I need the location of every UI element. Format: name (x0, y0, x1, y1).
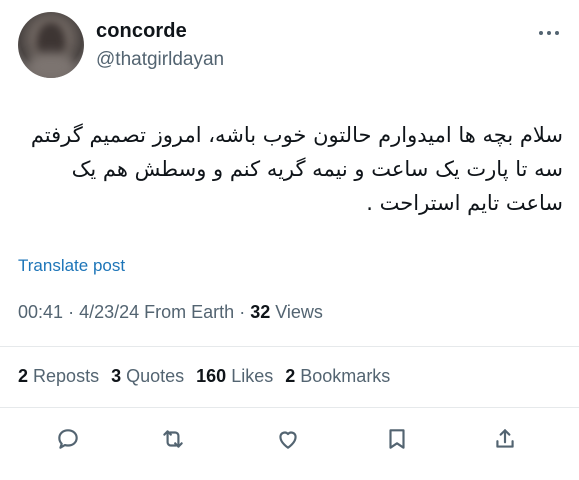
tweet-text: سلام بچه ها امیدوارم حالتون خوب باشه، ام… (30, 123, 563, 215)
display-name[interactable]: concorde (96, 20, 187, 43)
reply-icon[interactable] (53, 424, 83, 454)
tweet-meta: 00:41 · 4/23/24 From Earth · 32 Views (18, 302, 323, 323)
views-label: Views (275, 302, 323, 322)
user-handle[interactable]: @thatgirldayan (96, 49, 224, 71)
translate-post-link[interactable]: Translate post (18, 256, 125, 276)
separator-dot: · (239, 302, 251, 322)
tweet-stats: 2 Reposts 3 Quotes 160 Likes 2 Bookmarks (18, 366, 390, 387)
likes-stat[interactable]: 160 Likes (196, 366, 273, 387)
action-bar (0, 420, 579, 460)
quotes-stat[interactable]: 3 Quotes (111, 366, 184, 387)
repost-icon[interactable] (158, 424, 188, 454)
divider (0, 346, 579, 347)
tweet-date[interactable]: 4/23/24 (79, 302, 139, 322)
tweet-source: From Earth (144, 302, 235, 322)
more-options-icon[interactable] (534, 24, 564, 42)
views-count: 32 (250, 302, 271, 322)
separator-dot: · (68, 302, 80, 322)
bookmarks-stat[interactable]: 2 Bookmarks (285, 366, 390, 387)
avatar[interactable] (18, 12, 84, 78)
tweet-header: concorde @thatgirldayan (0, 0, 579, 90)
tweet-time[interactable]: 00:41 (18, 302, 63, 322)
share-icon[interactable] (490, 424, 520, 454)
like-icon[interactable] (273, 424, 303, 454)
reposts-stat[interactable]: 2 Reposts (18, 366, 99, 387)
divider (0, 407, 579, 408)
bookmark-icon[interactable] (382, 424, 412, 454)
